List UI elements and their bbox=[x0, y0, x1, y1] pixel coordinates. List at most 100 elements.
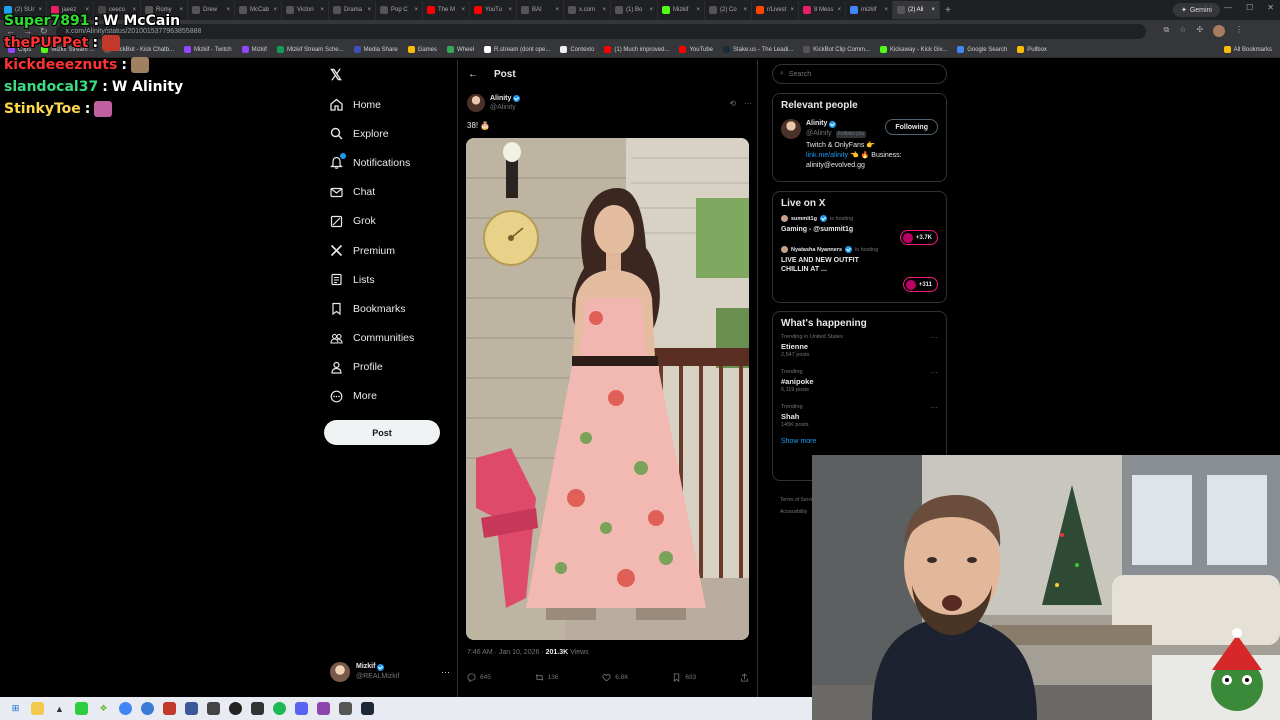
nav-item-chat[interactable]: Chat bbox=[330, 178, 414, 207]
browser-tab[interactable]: Drama × bbox=[329, 1, 376, 19]
live-listeners-pill[interactable]: +311 bbox=[902, 277, 938, 292]
browser-tab[interactable]: (2) Co × bbox=[705, 1, 752, 19]
bookmark-item[interactable]: Games bbox=[407, 46, 437, 53]
tab-close-icon[interactable]: × bbox=[602, 7, 606, 13]
search-input[interactable]: ⌕ Search bbox=[772, 64, 947, 84]
post-photo[interactable] bbox=[466, 138, 749, 640]
like-button[interactable]: 6.8K bbox=[602, 673, 629, 682]
bookmark-item[interactable]: Contexto bbox=[560, 46, 594, 53]
tab-close-icon[interactable]: × bbox=[555, 7, 559, 13]
extensions-icon[interactable]: ✣ bbox=[1196, 25, 1203, 37]
tab-close-icon[interactable]: × bbox=[414, 7, 418, 13]
more-dots-icon[interactable]: ··· bbox=[441, 667, 450, 677]
repost-button[interactable]: 136 bbox=[535, 673, 558, 682]
tab-close-icon[interactable]: × bbox=[461, 7, 465, 13]
menu-dots-icon[interactable]: ⋮ bbox=[1235, 25, 1243, 37]
tab-close-icon[interactable]: × bbox=[931, 7, 935, 13]
bookmark-item[interactable]: Mizkif Stream Sche... bbox=[276, 46, 344, 53]
tab-close-icon[interactable]: × bbox=[884, 7, 888, 13]
file-explorer-icon[interactable] bbox=[31, 702, 44, 715]
person-avatar[interactable] bbox=[781, 119, 801, 139]
browser-tab[interactable]: 8 Mess × bbox=[799, 1, 846, 19]
trend-item[interactable]: Trending Shah 145K posts ··· bbox=[773, 399, 946, 434]
tab-close-icon[interactable]: × bbox=[649, 7, 653, 13]
reply-button[interactable]: 645 bbox=[467, 673, 491, 682]
tab-close-icon[interactable]: × bbox=[837, 7, 841, 13]
browser-tab[interactable]: (1) Bo × bbox=[611, 1, 658, 19]
compose-post-button[interactable]: Post bbox=[324, 420, 440, 445]
nav-item-profile[interactable]: Profile bbox=[330, 353, 414, 382]
x-logo-icon[interactable]: 𝕏 bbox=[330, 66, 342, 84]
following-button[interactable]: Following bbox=[885, 119, 938, 135]
tab-close-icon[interactable]: × bbox=[743, 7, 747, 13]
live-item[interactable]: Nyatasha Nyanners is hosting LIVE AND NEW … bbox=[773, 240, 946, 280]
bookmark-item[interactable]: Media Share bbox=[353, 46, 398, 53]
bookmark-item[interactable]: Stake.us - The Leadi... bbox=[723, 46, 793, 53]
nav-item-explore[interactable]: Explore bbox=[330, 119, 414, 148]
bookmark-item[interactable]: KickBot Clip Comm... bbox=[803, 46, 870, 53]
star-icon[interactable]: ☆ bbox=[1179, 25, 1186, 37]
trend-item[interactable]: Trending in United States Etienne 2,547 po… bbox=[773, 329, 946, 364]
nav-item-premium[interactable]: Premium bbox=[330, 236, 414, 265]
bio-link[interactable]: link.me/alinity bbox=[806, 152, 848, 159]
app-icon-9[interactable] bbox=[339, 702, 352, 715]
windows-start-icon[interactable]: ⊞ bbox=[9, 702, 22, 715]
share-button[interactable] bbox=[740, 673, 749, 682]
bookmark-item[interactable]: R.stream (dont ope... bbox=[484, 46, 550, 53]
back-arrow-icon[interactable]: ← bbox=[468, 69, 478, 80]
bookmark-item[interactable]: Pullbox bbox=[1017, 46, 1047, 53]
account-switcher[interactable]: Mizkif @REALMizkif ··· bbox=[330, 662, 450, 682]
nav-item-lists[interactable]: Lists bbox=[330, 265, 414, 294]
bookmark-item[interactable]: YouTube bbox=[679, 46, 713, 53]
bookmark-item[interactable]: (1) Much improved... bbox=[604, 46, 669, 53]
grok-icon[interactable]: ⟲ bbox=[729, 99, 736, 108]
edge-icon[interactable] bbox=[141, 702, 154, 715]
app-icon-8[interactable] bbox=[317, 702, 330, 715]
tab-close-icon[interactable]: × bbox=[696, 7, 700, 13]
maximize-icon[interactable]: ☐ bbox=[1246, 3, 1253, 12]
nav-item-bookmarks[interactable]: Bookmarks bbox=[330, 294, 414, 323]
nav-item-communities[interactable]: Communities bbox=[330, 324, 414, 353]
tab-close-icon[interactable]: × bbox=[790, 7, 794, 13]
nav-item-notifications[interactable]: Notifications bbox=[330, 148, 414, 177]
app-icon-5[interactable] bbox=[185, 702, 198, 715]
browser-tab[interactable]: The M × bbox=[423, 1, 470, 19]
app-icon-3[interactable]: ❖ bbox=[97, 702, 110, 715]
app-icon-4[interactable] bbox=[163, 702, 176, 715]
author-name[interactable]: Alinity bbox=[490, 94, 511, 103]
browser-tab[interactable]: mizkif × bbox=[846, 1, 893, 19]
more-dots-icon[interactable]: ··· bbox=[930, 403, 938, 412]
trend-item[interactable]: Trending #anipoke 6,119 posts ··· bbox=[773, 364, 946, 399]
minimize-icon[interactable]: — bbox=[1224, 3, 1232, 12]
app-icon-7[interactable] bbox=[251, 702, 264, 715]
tab-close-icon[interactable]: × bbox=[320, 7, 324, 13]
new-tab-button[interactable]: + bbox=[940, 5, 956, 16]
browser-tab[interactable]: x.com × bbox=[564, 1, 611, 19]
author-avatar[interactable] bbox=[467, 94, 485, 112]
spotify-icon[interactable] bbox=[273, 702, 286, 715]
nav-item-home[interactable]: Home bbox=[330, 90, 414, 119]
browser-tab[interactable]: BAI × bbox=[517, 1, 564, 19]
nav-item-more[interactable]: More bbox=[330, 382, 414, 411]
app-icon-6[interactable] bbox=[207, 702, 220, 715]
more-dots-icon[interactable]: ··· bbox=[930, 368, 938, 377]
tab-close-icon[interactable]: × bbox=[508, 7, 512, 13]
close-icon[interactable]: ✕ bbox=[1267, 3, 1274, 12]
more-dots-icon[interactable]: ··· bbox=[930, 333, 938, 342]
nav-item-grok[interactable]: Grok bbox=[330, 207, 414, 236]
gemini-button[interactable]: ✦ Gemini bbox=[1172, 3, 1220, 17]
bookmark-item[interactable]: Wheel bbox=[447, 46, 474, 53]
browser-tab[interactable]: Mizkif × bbox=[658, 1, 705, 19]
person-name[interactable]: Alinity bbox=[806, 119, 827, 129]
more-dots-icon[interactable]: ··· bbox=[744, 99, 752, 108]
bookmark-item[interactable]: Kickaway - Kick Giv... bbox=[879, 46, 947, 53]
discord-icon[interactable] bbox=[295, 702, 308, 715]
browser-tab[interactable]: YouTu × bbox=[470, 1, 517, 19]
browser-tab[interactable]: (2) Ali × bbox=[893, 1, 940, 19]
all-bookmarks[interactable]: All Bookmarks bbox=[1223, 46, 1272, 53]
bookmark-button[interactable]: 693 bbox=[672, 673, 696, 682]
profile-avatar[interactable] bbox=[1213, 25, 1226, 37]
browser-tab[interactable]: r/Livest × bbox=[752, 1, 799, 19]
show-more-link[interactable]: Show more bbox=[773, 434, 946, 453]
tab-close-icon[interactable]: × bbox=[273, 7, 277, 13]
